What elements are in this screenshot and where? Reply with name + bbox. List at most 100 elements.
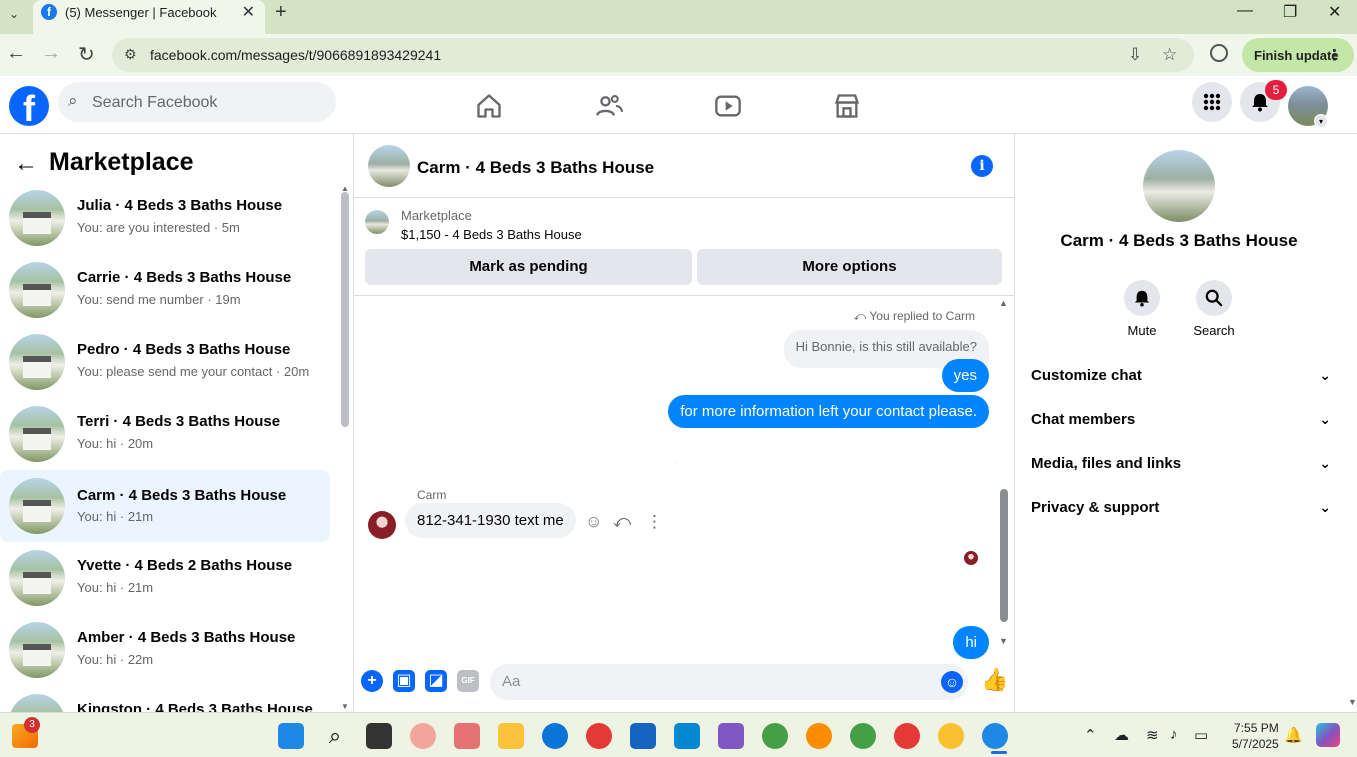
taskbar-search-icon[interactable]: ⌕ xyxy=(322,723,348,749)
copilot-icon[interactable] xyxy=(1316,723,1340,747)
conversation-item-terri[interactable]: Terri · 4 Beds 3 Baths House You: hi · 2… xyxy=(0,406,330,476)
chrome-icon[interactable] xyxy=(586,723,612,749)
more-icon[interactable]: ⋮ xyxy=(646,512,663,532)
conversation-item-carm[interactable]: Carm · 4 Beds 3 Baths House You: hi · 21… xyxy=(0,470,330,542)
back-icon[interactable]: ← xyxy=(6,42,26,65)
copilot-app-icon[interactable] xyxy=(410,723,436,749)
like-thumbs-up-icon[interactable]: 👍 xyxy=(981,667,1008,693)
notification-bell-icon[interactable]: 🔔 xyxy=(1284,726,1303,744)
conversation-item-julia[interactable]: Julia · 4 Beds 3 Baths House You: are yo… xyxy=(0,190,330,260)
listing-avatar xyxy=(9,262,65,318)
outgoing-message[interactable]: for more information left your contact p… xyxy=(668,395,989,428)
browser-tab-bar: ⌄ f (5) Messenger | Facebook ✕ + — ❐ ✕ xyxy=(0,0,1357,34)
listing-price-title[interactable]: $1,150 - 4 Beds 3 Baths House xyxy=(401,227,582,242)
details-avatar[interactable] xyxy=(1143,150,1215,222)
search-input[interactable]: Search Facebook xyxy=(92,94,217,112)
browser-tab[interactable]: f (5) Messenger | Facebook ✕ xyxy=(33,0,265,34)
conversation-item-amber[interactable]: Amber · 4 Beds 3 Baths House You: hi · 2… xyxy=(0,622,330,692)
privacy-support-row[interactable]: Privacy & support ⌄ xyxy=(1031,499,1331,527)
more-options-button[interactable]: More options xyxy=(697,249,1002,285)
bookmark-star-icon[interactable]: ☆ xyxy=(1162,45,1177,65)
address-bar[interactable]: ⚙ facebook.com/messages/t/90668918934292… xyxy=(112,38,1194,72)
conversation-name: Terri · 4 Beds 3 Baths House xyxy=(77,413,281,430)
account-chevron-icon[interactable]: ▾ xyxy=(1314,114,1328,128)
show-hidden-icons-icon[interactable]: ⌃ xyxy=(1084,726,1097,744)
finish-update-button[interactable]: Finish update ⋮ xyxy=(1242,38,1354,72)
photos-app-icon[interactable] xyxy=(674,723,700,749)
volume-icon[interactable]: ♪ xyxy=(1170,726,1178,743)
wifi-icon[interactable]: ≋ xyxy=(1146,726,1159,744)
close-window-icon[interactable]: ✕ xyxy=(1328,2,1341,22)
conversation-item-yvette[interactable]: Yvette · 4 Beds 2 Baths House You: hi · … xyxy=(0,550,330,620)
facebook-logo-icon[interactable]: f xyxy=(9,86,49,126)
chat-scrollbar[interactable] xyxy=(1000,489,1008,622)
marketplace-icon[interactable] xyxy=(823,88,871,124)
install-app-icon[interactable]: ⇩ xyxy=(1128,45,1142,65)
store-icon[interactable] xyxy=(630,723,656,749)
menu-grid-icon[interactable] xyxy=(1192,82,1232,122)
edge-browser-icon[interactable] xyxy=(542,723,568,749)
battery-icon[interactable]: ▭ xyxy=(1194,726,1208,744)
back-arrow-icon[interactable]: ← xyxy=(14,150,38,178)
customize-chat-row[interactable]: Customize chat ⌄ xyxy=(1031,367,1331,395)
widget-badge: 3 xyxy=(24,717,40,733)
new-tab-icon[interactable]: + xyxy=(275,1,287,24)
maximize-icon[interactable]: ❐ xyxy=(1283,2,1297,22)
conversation-item-kingston[interactable]: Kingston · 4 Beds 3 Baths House xyxy=(0,694,330,712)
mark-as-pending-button[interactable]: Mark as pending xyxy=(365,249,692,285)
media-files-links-row[interactable]: Media, files and links ⌄ xyxy=(1031,455,1331,483)
conversation-item-carrie[interactable]: Carrie · 4 Beds 3 Baths House You: send … xyxy=(0,262,330,332)
friends-icon[interactable] xyxy=(585,88,633,124)
conversation-item-pedro[interactable]: Pedro · 4 Beds 3 Baths House You: please… xyxy=(0,334,330,404)
site-info-icon[interactable]: ⚙ xyxy=(124,46,137,63)
search-conversation-button[interactable]: Search xyxy=(1184,280,1244,338)
chrome-profile-icon[interactable] xyxy=(762,723,788,749)
video-icon[interactable] xyxy=(704,88,752,124)
media-app-icon[interactable] xyxy=(718,723,744,749)
scroll-down-icon[interactable]: ▼ xyxy=(999,636,1008,646)
sidebar-scrollbar[interactable] xyxy=(341,192,349,427)
chat-members-row[interactable]: Chat members ⌄ xyxy=(1031,411,1331,439)
chrome-profile-icon[interactable] xyxy=(938,723,964,749)
profile-icon[interactable] xyxy=(1210,44,1228,62)
chrome-profile-icon[interactable] xyxy=(806,723,832,749)
info-icon[interactable]: i xyxy=(971,155,993,177)
tab-search-icon[interactable]: ⌄ xyxy=(4,4,24,24)
outgoing-message[interactable]: hi xyxy=(953,626,989,659)
listing-thumbnail[interactable] xyxy=(365,210,389,234)
chat-title[interactable]: Carm · 4 Beds 3 Baths House xyxy=(417,158,654,178)
onedrive-cloud-icon[interactable]: ☁ xyxy=(1114,726,1129,744)
scroll-down-icon[interactable]: ▼ xyxy=(341,702,349,711)
chrome-profile-active-icon[interactable] xyxy=(982,723,1008,749)
chrome-profile-icon[interactable] xyxy=(894,723,920,749)
emoji-icon[interactable]: ☺ xyxy=(941,671,963,693)
home-icon[interactable] xyxy=(465,88,513,124)
chrome-profile-icon[interactable] xyxy=(850,723,876,749)
close-tab-icon[interactable]: ✕ xyxy=(242,2,255,22)
reply-icon[interactable]: ⤺ xyxy=(613,512,631,532)
snipping-tool-icon[interactable] xyxy=(454,723,480,749)
scroll-down-icon[interactable]: ▼ xyxy=(1348,697,1357,707)
start-windows-icon[interactable] xyxy=(278,723,304,749)
gif-icon[interactable]: GIF xyxy=(457,670,479,692)
react-emoji-icon[interactable]: ☺ xyxy=(585,512,602,532)
search-box[interactable]: ⌕ Search Facebook xyxy=(58,82,336,122)
sticker-icon[interactable]: ◪ xyxy=(425,670,447,692)
plus-actions-icon[interactable]: + xyxy=(361,670,383,692)
forward-icon[interactable]: → xyxy=(41,42,61,65)
sender-avatar[interactable] xyxy=(368,511,396,539)
reload-icon[interactable]: ↻ xyxy=(78,42,95,67)
scroll-up-icon[interactable]: ▲ xyxy=(999,298,1008,308)
menu-dots-icon[interactable]: ⋮ xyxy=(1327,46,1342,64)
file-explorer-icon[interactable] xyxy=(498,723,524,749)
incoming-message[interactable]: 812-341-1930 text me xyxy=(405,503,576,538)
chat-avatar[interactable] xyxy=(368,145,410,187)
message-input[interactable]: Aa xyxy=(490,664,968,700)
task-view-icon[interactable] xyxy=(366,723,392,749)
mute-button[interactable]: Mute xyxy=(1112,280,1172,338)
outgoing-message[interactable]: yes xyxy=(941,359,989,392)
attach-image-icon[interactable]: ▣ xyxy=(393,670,415,692)
url-text[interactable]: facebook.com/messages/t/9066891893429241 xyxy=(150,47,441,63)
clock[interactable]: 7:55 PM 5/7/2025 xyxy=(1232,720,1279,752)
minimize-icon[interactable]: — xyxy=(1237,2,1253,20)
